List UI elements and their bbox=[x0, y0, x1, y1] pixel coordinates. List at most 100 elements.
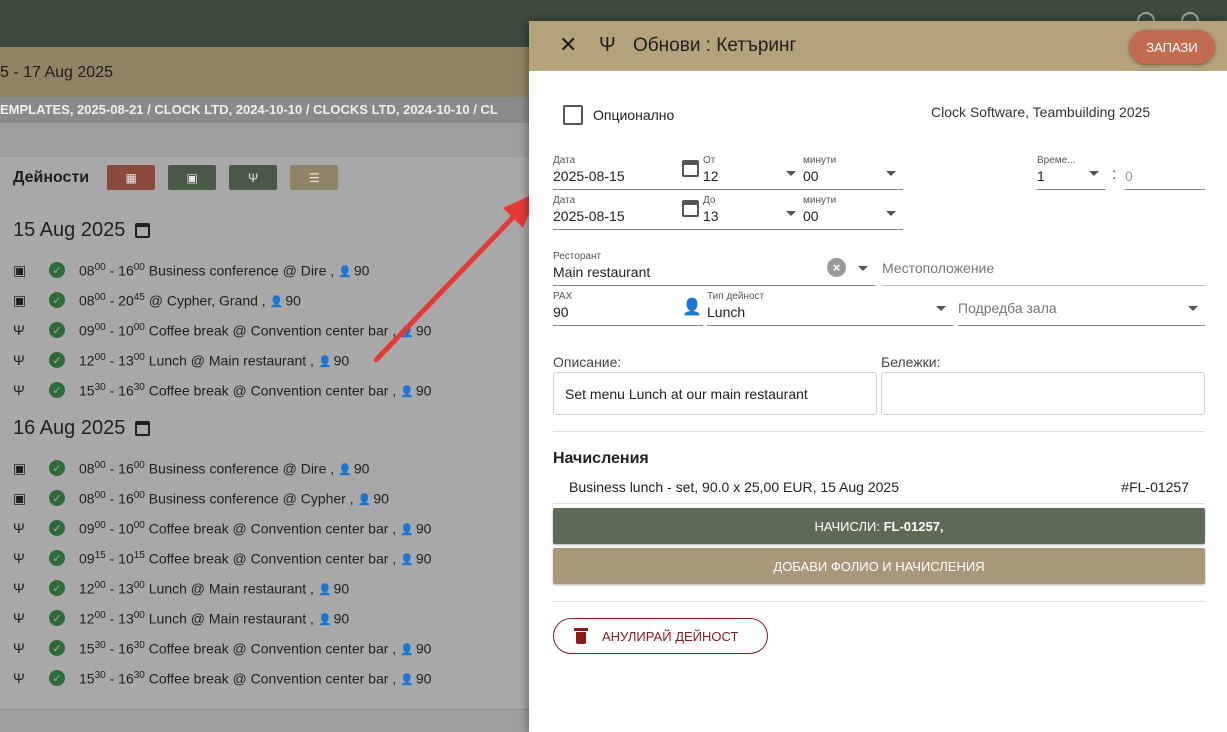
end-date-field[interactable]: Дата 2025-08-15 bbox=[553, 195, 703, 230]
start-minute: 00 bbox=[94, 489, 106, 501]
calendar-icon[interactable] bbox=[682, 200, 699, 217]
trash-icon bbox=[574, 628, 588, 644]
calendar-icon[interactable] bbox=[682, 160, 699, 177]
calendar-icon[interactable] bbox=[135, 222, 151, 238]
chevron-down-icon[interactable] bbox=[786, 171, 796, 176]
event-pax: 90 bbox=[415, 670, 432, 687]
event-text: 0900 - 1000 Coffee break @ Convention ce… bbox=[79, 519, 432, 537]
end-minute: 30 bbox=[133, 669, 145, 681]
activity-type-select[interactable]: Тип дейност Lunch bbox=[707, 291, 953, 326]
breadcrumb-text[interactable]: EMPLATES, 2025-08-21 / CLOCK LTD, 2024-1… bbox=[0, 102, 498, 117]
description-label: Описание: bbox=[553, 354, 622, 370]
list-item[interactable]: Ψ ✓ 1530 - 1630 Coffee break @ Convention … bbox=[13, 663, 431, 693]
close-icon[interactable]: ✕ bbox=[559, 34, 577, 56]
start-hour: 12 bbox=[79, 580, 95, 597]
end-hour: 16 bbox=[118, 490, 134, 507]
event-title: Coffee break @ Convention center bar , bbox=[148, 322, 397, 339]
event-pax: 90 bbox=[415, 550, 432, 567]
person-icon: 👤 bbox=[400, 674, 414, 687]
location-placeholder: Местоположение bbox=[882, 260, 995, 276]
activity-type-value: Lunch bbox=[707, 304, 746, 320]
cancel-activity-button[interactable]: АНУЛИРАЙ ДЕЙНОСТ bbox=[553, 618, 768, 654]
list-item[interactable]: Ψ ✓ 1200 - 1300 Lunch @ Main restaurant , 👤… bbox=[13, 573, 431, 603]
hall-setup-select[interactable]: Подредба зала bbox=[958, 291, 1205, 326]
chevron-down-icon[interactable] bbox=[1089, 171, 1099, 176]
chevron-down-icon[interactable] bbox=[786, 211, 796, 216]
check-circle-icon: ✓ bbox=[49, 322, 65, 338]
day-title: 15 Aug 2025 bbox=[13, 217, 431, 243]
end-minute: 00 bbox=[133, 489, 145, 501]
start-minute: 15 bbox=[94, 549, 106, 561]
location-input[interactable]: Местоположение bbox=[882, 251, 1205, 286]
chevron-down-icon[interactable] bbox=[936, 306, 946, 311]
list-item[interactable]: ▣ ✓ 0800 - 1600 Business conference @ Dire… bbox=[13, 255, 431, 285]
charged-folio-button[interactable]: НАЧИСЛИ: FL-01257, bbox=[553, 508, 1205, 544]
start-hour: 09 bbox=[79, 520, 95, 537]
person-icon: 👤 bbox=[269, 296, 284, 309]
contact-icon: ▣ bbox=[13, 291, 27, 308]
end-minutes-value: 00 bbox=[803, 208, 819, 224]
event-title: @ Cypher, Grand , bbox=[148, 292, 266, 309]
start-date-field[interactable]: Дата 2025-08-15 bbox=[553, 155, 703, 190]
calendar-icon[interactable] bbox=[135, 420, 151, 436]
start-hour: 09 bbox=[79, 550, 95, 567]
list-item[interactable]: Ψ ✓ 1530 - 1630 Coffee break @ Convention … bbox=[13, 375, 431, 405]
chevron-down-icon[interactable] bbox=[886, 171, 896, 176]
person-icon: 👤 bbox=[317, 356, 332, 369]
end-minute: 45 bbox=[133, 291, 145, 303]
bottom-strip bbox=[0, 709, 530, 732]
chevron-down-icon[interactable] bbox=[886, 211, 896, 216]
list-item[interactable]: ▣ ✓ 0800 - 1600 Business conference @ Cyph… bbox=[13, 483, 431, 513]
event-title: Coffee break @ Convention center bar , bbox=[148, 550, 397, 567]
filter-checklist-button[interactable]: ☰ bbox=[290, 165, 339, 190]
list-item[interactable]: Ψ ✓ 0915 - 1015 Coffee break @ Convention … bbox=[13, 543, 431, 573]
restaurant-select[interactable]: Ресторант Main restaurant × bbox=[553, 251, 875, 286]
duration-minutes-input[interactable]: 0 bbox=[1125, 155, 1205, 190]
field-label: Ресторант bbox=[553, 251, 602, 262]
start-hour-select[interactable]: От 12 bbox=[703, 155, 803, 190]
optional-checkbox[interactable] bbox=[563, 105, 583, 125]
start-minute: 00 bbox=[94, 291, 106, 303]
hall-setup-placeholder: Подредба зала bbox=[958, 300, 1057, 316]
list-item[interactable]: Ψ ✓ 1530 - 1630 Coffee break @ Convention … bbox=[13, 633, 431, 663]
start-minutes-select[interactable]: минути 00 bbox=[803, 155, 903, 190]
end-hour: 13 bbox=[118, 610, 134, 627]
save-button[interactable]: ЗАПАЗИ bbox=[1129, 30, 1215, 64]
contact-icon: ▣ bbox=[13, 261, 27, 278]
charge-line[interactable]: Business lunch - set, 90.0 x 25,00 EUR, … bbox=[569, 479, 899, 495]
list-item[interactable]: Ψ ✓ 0900 - 1000 Coffee break @ Convention … bbox=[13, 513, 431, 543]
list-item[interactable]: ▣ ✓ 0800 - 1600 Business conference @ Dire… bbox=[13, 453, 431, 483]
chevron-down-icon[interactable] bbox=[1188, 306, 1198, 311]
duration-hours-select[interactable]: Време... 1 bbox=[1037, 155, 1106, 190]
end-date-value: 2025-08-15 bbox=[553, 208, 625, 224]
list-item[interactable]: Ψ ✓ 0900 - 1000 Coffee break @ Convention … bbox=[13, 315, 431, 345]
start-minute: 00 bbox=[94, 609, 106, 621]
start-minutes-value: 00 bbox=[803, 168, 819, 184]
event-list: ▣ ✓ 0800 - 1600 Business conference @ Dire… bbox=[13, 255, 431, 405]
pax-input[interactable]: PAX 90 👤 bbox=[553, 291, 703, 326]
chevron-down-icon[interactable] bbox=[858, 266, 868, 271]
end-hour: 16 bbox=[118, 262, 134, 279]
filter-catering-button[interactable]: Ψ bbox=[229, 165, 278, 190]
fork-knife-icon: Ψ bbox=[13, 580, 25, 596]
description-textarea[interactable]: Set menu Lunch at our main restaurant bbox=[553, 372, 877, 415]
notes-textarea[interactable] bbox=[881, 372, 1205, 415]
start-date-value: 2025-08-15 bbox=[553, 168, 625, 184]
check-circle-icon: ✓ bbox=[49, 520, 65, 536]
filter-calendar-button[interactable]: ▦ bbox=[107, 165, 156, 190]
event-title: Business conference @ Cypher , bbox=[148, 490, 354, 507]
list-item[interactable]: ▣ ✓ 0800 - 2045 @ Cypher, Grand , 👤 90 bbox=[13, 285, 431, 315]
clear-icon[interactable]: × bbox=[827, 258, 846, 277]
list-item[interactable]: Ψ ✓ 1200 - 1300 Lunch @ Main restaurant , 👤… bbox=[13, 603, 431, 633]
person-icon: 👤 bbox=[338, 464, 352, 477]
end-hour-select[interactable]: До 13 bbox=[703, 195, 803, 230]
start-minute: 00 bbox=[94, 459, 106, 471]
list-item[interactable]: Ψ ✓ 1200 - 1300 Lunch @ Main restaurant , 👤… bbox=[13, 345, 431, 375]
charge-ref[interactable]: #FL-01257 bbox=[1121, 479, 1189, 495]
filter-contact-button[interactable]: ▣ bbox=[168, 165, 217, 190]
start-hour: 12 bbox=[79, 352, 95, 369]
end-minutes-select[interactable]: минути 00 bbox=[803, 195, 903, 230]
add-folio-button[interactable]: ДОБАВИ ФОЛИО И НАЧИСЛЕНИЯ bbox=[553, 548, 1205, 584]
event-pax: 90 bbox=[333, 580, 350, 597]
check-circle-icon: ✓ bbox=[49, 262, 65, 278]
